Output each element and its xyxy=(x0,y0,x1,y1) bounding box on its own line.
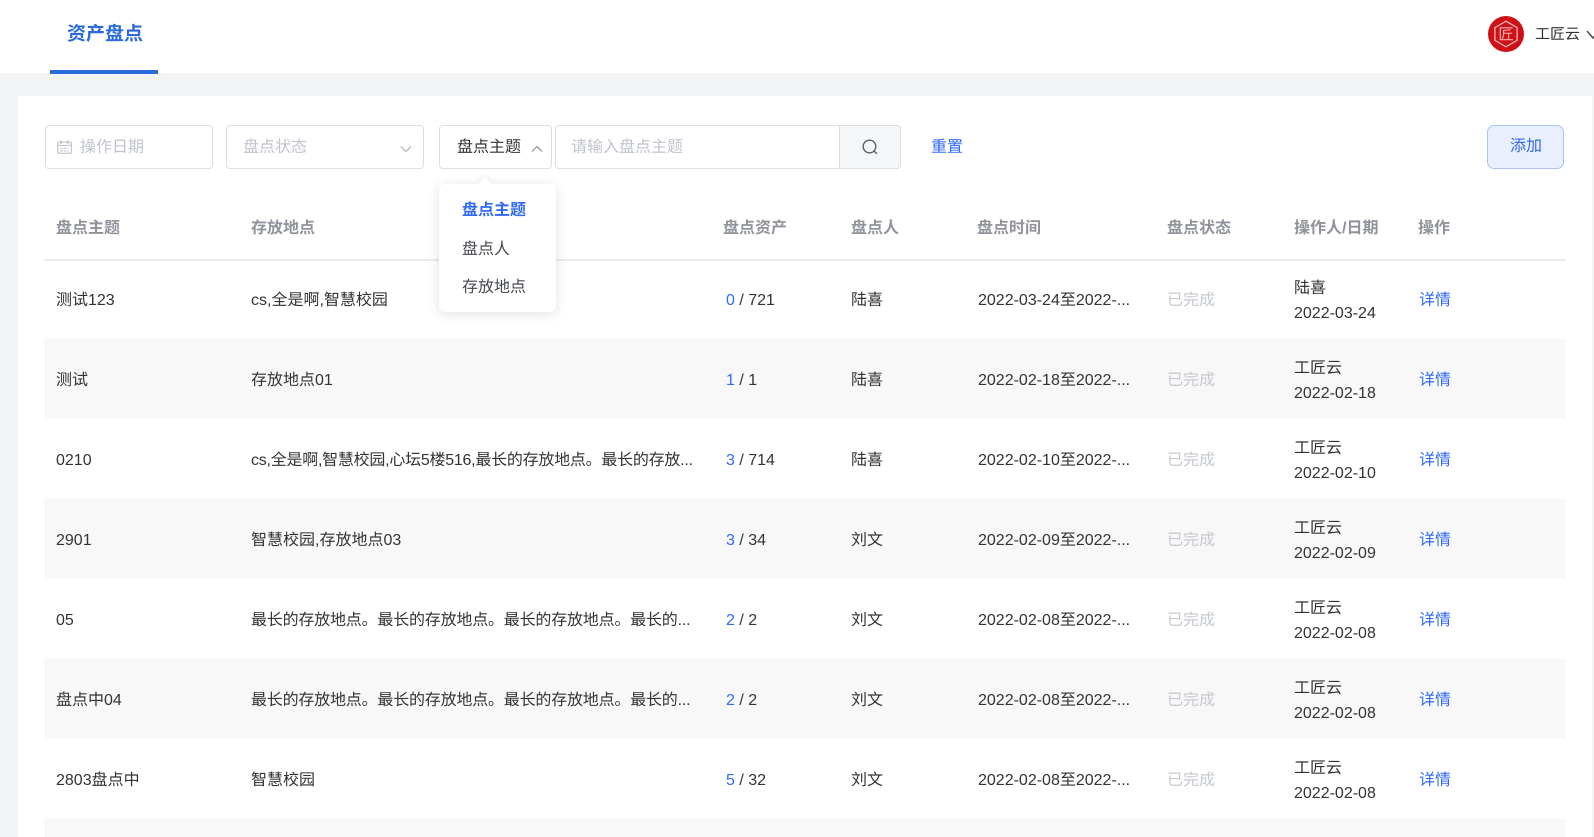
svg-text:匠: 匠 xyxy=(1498,23,1514,45)
